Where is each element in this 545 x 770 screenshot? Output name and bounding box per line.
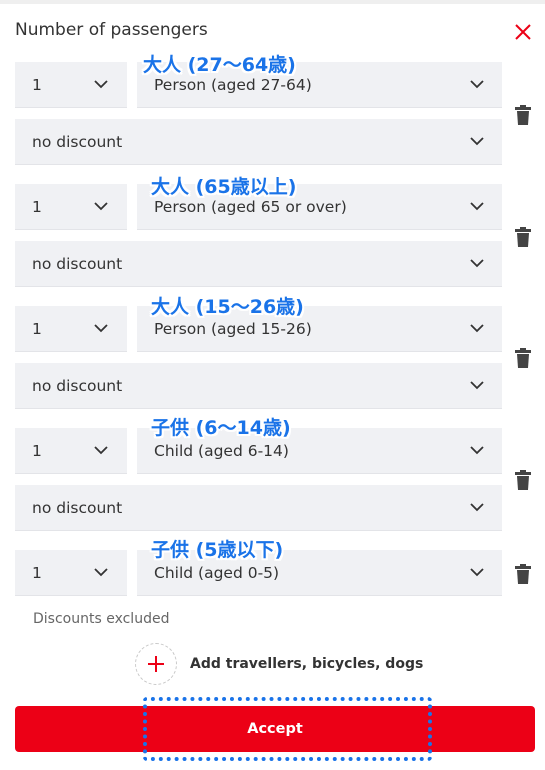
chevron-down-icon [94,324,108,333]
quantity-select[interactable]: 1 [15,550,127,596]
age-annotation: 子供 (5歳以下) [151,539,284,561]
discount-select[interactable]: no discount [15,119,502,165]
close-icon[interactable] [512,21,534,43]
plus-icon [148,656,164,672]
discount-select[interactable]: no discount [15,485,502,531]
add-travellers-label: Add travellers, bicycles, dogs [190,656,424,672]
trash-icon[interactable] [515,470,531,490]
chevron-down-icon [470,202,484,211]
trash-icon[interactable] [515,564,531,584]
chevron-down-icon [94,80,108,89]
age-annotation: 子供 (6〜14歳) [151,417,291,439]
trash-icon[interactable] [515,348,531,368]
age-annotation: 大人 (65歳以上) [151,176,297,198]
dialog-title: Number of passengers [15,20,208,40]
chevron-down-icon [470,324,484,333]
discount-select[interactable]: no discount [15,241,502,287]
chevron-down-icon [94,568,108,577]
chevron-down-icon [470,80,484,89]
chevron-down-icon [94,446,108,455]
discounts-excluded-note: Discounts excluded [33,611,170,627]
chevron-down-icon [470,503,484,512]
quantity-select[interactable]: 1 [15,62,127,108]
discount-select[interactable]: no discount [15,363,502,409]
quantity-select[interactable]: 1 [15,428,127,474]
chevron-down-icon [470,259,484,268]
top-divider [0,0,545,4]
quantity-select[interactable]: 1 [15,184,127,230]
chevron-down-icon [94,202,108,211]
chevron-down-icon [470,137,484,146]
trash-icon[interactable] [515,227,531,247]
quantity-select[interactable]: 1 [15,306,127,352]
chevron-down-icon [470,446,484,455]
chevron-down-icon [470,381,484,390]
chevron-down-icon [470,568,484,577]
age-annotation: 大人 (15〜26歳) [151,296,304,318]
age-annotation: 大人 (27〜64歳) [143,54,296,76]
accept-button[interactable]: Accept [15,706,535,752]
trash-icon[interactable] [515,105,531,125]
